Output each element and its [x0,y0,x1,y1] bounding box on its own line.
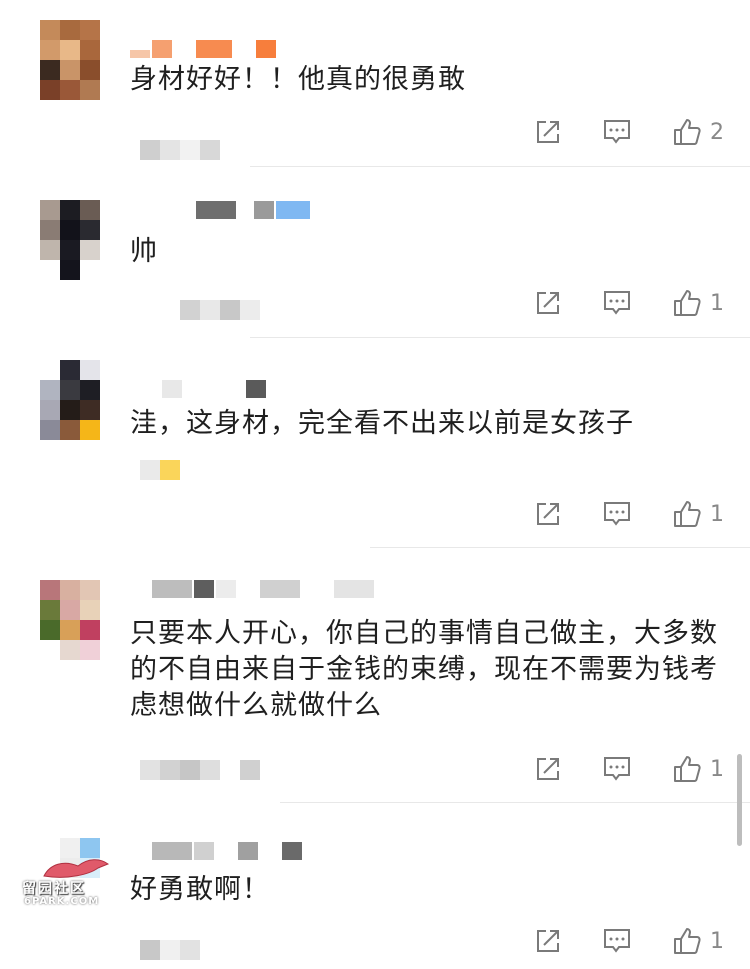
share-button[interactable] [534,118,562,146]
like-button[interactable]: 1 [672,926,726,956]
timestamp [180,300,260,320]
comment-actions: 1 [494,498,726,530]
reply-button[interactable] [602,927,632,955]
thumbs-up-icon [674,290,701,316]
avatar[interactable] [40,20,100,100]
username[interactable] [130,199,312,221]
comment-icon [604,502,630,526]
comment-actions: 1 [494,753,726,785]
thumbs-up-icon [674,756,701,782]
watermark-logo: 留园社区 6PARK.COM [10,850,130,907]
reply-button[interactable] [602,289,632,317]
share-button[interactable] [534,927,562,955]
share-icon [537,503,559,525]
like-count: 1 [710,756,724,782]
share-icon [537,758,559,780]
username[interactable] [130,378,268,400]
share-icon [537,121,559,143]
comment-actions: 1 [494,287,726,319]
username[interactable] [130,840,304,862]
thumbs-up-icon [674,928,701,954]
share-button[interactable] [534,755,562,783]
share-button[interactable] [534,500,562,528]
timestamp [140,760,260,780]
comment-text: 好勇敢啊！ [130,874,270,905]
like-button[interactable]: 2 [672,117,726,147]
comment-icon [604,291,630,315]
username[interactable] [130,38,278,60]
divider [250,166,750,167]
watermark-text: 留园社区 [22,881,86,897]
reply-button[interactable] [602,500,632,528]
divider [370,547,750,548]
share-icon [537,292,559,314]
share-icon [537,930,559,952]
thumbs-up-icon [674,501,701,527]
like-count: 1 [710,501,724,527]
watermark-subtext: 6PARK.COM [24,896,100,907]
like-count: 1 [710,290,724,316]
comment-text: 帅 [130,236,158,267]
like-count: 2 [710,119,724,145]
divider [280,802,750,803]
like-count: 1 [710,928,724,954]
comment-text: 洼，这身材，完全看不出来以前是女孩子 [130,408,634,439]
like-button[interactable]: 1 [672,288,726,318]
reply-button[interactable] [602,755,632,783]
reply-button[interactable] [602,118,632,146]
thumbs-up-icon [674,119,701,145]
avatar[interactable] [40,200,100,280]
comment-text: 身材好好！！他真的很勇敢 [130,64,466,95]
timestamp [140,460,180,480]
divider [250,337,750,338]
avatar[interactable] [40,580,100,660]
scrollbar[interactable] [737,754,742,846]
comment-icon [604,929,630,953]
like-button[interactable]: 1 [672,499,726,529]
comment-text: 只要本人开心，你自己的事情自己做主，大多数的不自由来自于金钱的束缚，现在不需要为… [130,618,718,721]
avatar[interactable] [40,360,100,440]
timestamp [140,140,220,160]
comment-icon [604,120,630,144]
comment-actions: 2 [494,116,726,148]
username[interactable] [130,578,376,600]
like-button[interactable]: 1 [672,754,726,784]
comment-icon [604,757,630,781]
comment-actions: 1 [494,925,726,957]
timestamp [140,940,200,960]
share-button[interactable] [534,289,562,317]
